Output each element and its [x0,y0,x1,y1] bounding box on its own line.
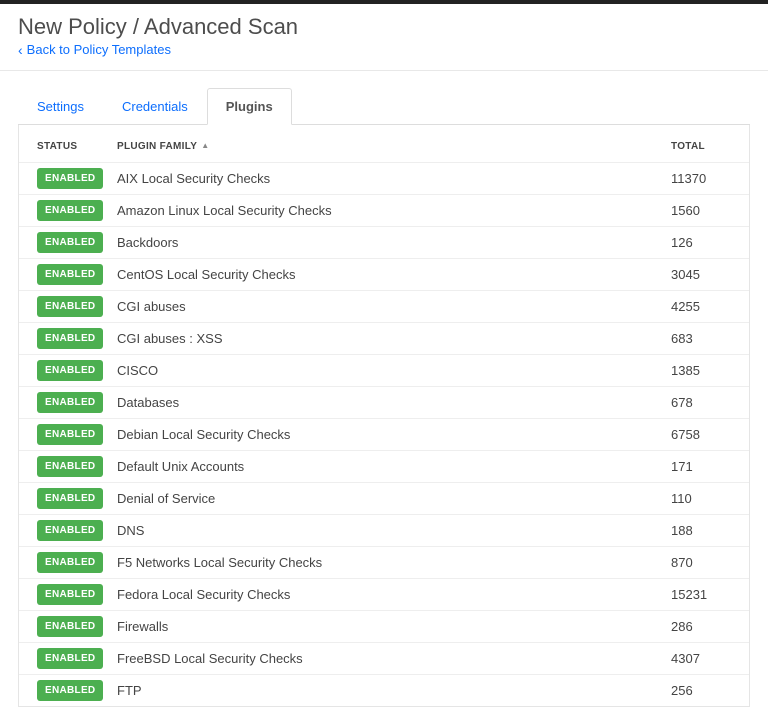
cell-total: 3045 [671,267,731,282]
cell-total: 678 [671,395,731,410]
cell-family: CISCO [117,363,671,378]
cell-family: Amazon Linux Local Security Checks [117,203,671,218]
status-badge[interactable]: ENABLED [37,584,103,605]
cell-total: 1560 [671,203,731,218]
cell-total: 188 [671,523,731,538]
cell-status: ENABLED [37,328,117,349]
cell-status: ENABLED [37,616,117,637]
cell-family: CGI abuses [117,299,671,314]
cell-family: Backdoors [117,235,671,250]
cell-status: ENABLED [37,392,117,413]
status-badge[interactable]: ENABLED [37,456,103,477]
status-badge[interactable]: ENABLED [37,552,103,573]
table-row[interactable]: ENABLED DNS188 [19,514,749,546]
cell-status: ENABLED [37,584,117,605]
cell-status: ENABLED [37,264,117,285]
status-badge[interactable]: ENABLED [37,424,103,445]
cell-family: AIX Local Security Checks [117,171,671,186]
cell-family: FTP [117,683,671,698]
table-row[interactable]: ENABLED Firewalls286 [19,610,749,642]
tab-bar: Settings Credentials Plugins [18,87,750,125]
chevron-left-icon: ‹ [18,43,23,57]
cell-family: Firewalls [117,619,671,634]
column-header-family[interactable]: PLUGIN FAMILY ▲ [117,141,671,152]
status-badge[interactable]: ENABLED [37,648,103,669]
cell-status: ENABLED [37,424,117,445]
cell-family: F5 Networks Local Security Checks [117,555,671,570]
status-badge[interactable]: ENABLED [37,168,103,189]
status-badge[interactable]: ENABLED [37,232,103,253]
status-badge[interactable]: ENABLED [37,328,103,349]
sort-asc-icon: ▲ [201,142,209,150]
cell-status: ENABLED [37,488,117,509]
cell-family: DNS [117,523,671,538]
cell-status: ENABLED [37,648,117,669]
tab-plugins[interactable]: Plugins [207,88,292,125]
cell-total: 15231 [671,587,731,602]
cell-status: ENABLED [37,680,117,701]
cell-status: ENABLED [37,456,117,477]
cell-status: ENABLED [37,200,117,221]
back-to-templates-link[interactable]: ‹ Back to Policy Templates [18,42,171,57]
cell-family: CGI abuses : XSS [117,331,671,346]
cell-status: ENABLED [37,232,117,253]
table-row[interactable]: ENABLED Default Unix Accounts171 [19,450,749,482]
table-row[interactable]: ENABLED CGI abuses : XSS683 [19,322,749,354]
table-row[interactable]: ENABLED Fedora Local Security Checks15231 [19,578,749,610]
cell-family: Default Unix Accounts [117,459,671,474]
cell-total: 4307 [671,651,731,666]
table-row[interactable]: ENABLED CGI abuses4255 [19,290,749,322]
cell-status: ENABLED [37,552,117,573]
cell-family: Debian Local Security Checks [117,427,671,442]
status-badge[interactable]: ENABLED [37,520,103,541]
table-row[interactable]: ENABLED Amazon Linux Local Security Check… [19,194,749,226]
status-badge[interactable]: ENABLED [37,296,103,317]
status-badge[interactable]: ENABLED [37,488,103,509]
cell-status: ENABLED [37,520,117,541]
status-badge[interactable]: ENABLED [37,200,103,221]
cell-status: ENABLED [37,168,117,189]
back-link-label: Back to Policy Templates [27,42,171,57]
cell-total: 683 [671,331,731,346]
table-row[interactable]: ENABLED Denial of Service110 [19,482,749,514]
cell-total: 126 [671,235,731,250]
cell-family: FreeBSD Local Security Checks [117,651,671,666]
table-row[interactable]: ENABLED CISCO1385 [19,354,749,386]
status-badge[interactable]: ENABLED [37,360,103,381]
cell-total: 4255 [671,299,731,314]
table-row[interactable]: ENABLED Databases678 [19,386,749,418]
cell-total: 171 [671,459,731,474]
table-row[interactable]: ENABLED F5 Networks Local Security Checks… [19,546,749,578]
status-badge[interactable]: ENABLED [37,392,103,413]
cell-total: 110 [671,491,731,506]
status-badge[interactable]: ENABLED [37,616,103,637]
column-header-family-label: PLUGIN FAMILY [117,141,197,152]
table-row[interactable]: ENABLED CentOS Local Security Checks3045 [19,258,749,290]
cell-family: CentOS Local Security Checks [117,267,671,282]
status-badge[interactable]: ENABLED [37,264,103,285]
cell-family: Fedora Local Security Checks [117,587,671,602]
column-header-total[interactable]: TOTAL [671,141,731,152]
column-header-status[interactable]: STATUS [37,141,117,152]
tab-settings[interactable]: Settings [18,88,103,125]
cell-status: ENABLED [37,296,117,317]
table-row[interactable]: ENABLED Debian Local Security Checks6758 [19,418,749,450]
table-row[interactable]: ENABLED FreeBSD Local Security Checks4307 [19,642,749,674]
table-row[interactable]: ENABLED Backdoors126 [19,226,749,258]
cell-total: 256 [671,683,731,698]
cell-total: 870 [671,555,731,570]
cell-total: 11370 [671,171,731,186]
cell-family: Denial of Service [117,491,671,506]
cell-total: 286 [671,619,731,634]
cell-status: ENABLED [37,360,117,381]
cell-total: 1385 [671,363,731,378]
cell-family: Databases [117,395,671,410]
page-title: New Policy / Advanced Scan [18,14,750,40]
status-badge[interactable]: ENABLED [37,680,103,701]
table-row[interactable]: ENABLED AIX Local Security Checks11370 [19,162,749,194]
table-row[interactable]: ENABLED FTP256 [19,674,749,706]
cell-total: 6758 [671,427,731,442]
tab-credentials[interactable]: Credentials [103,88,207,125]
